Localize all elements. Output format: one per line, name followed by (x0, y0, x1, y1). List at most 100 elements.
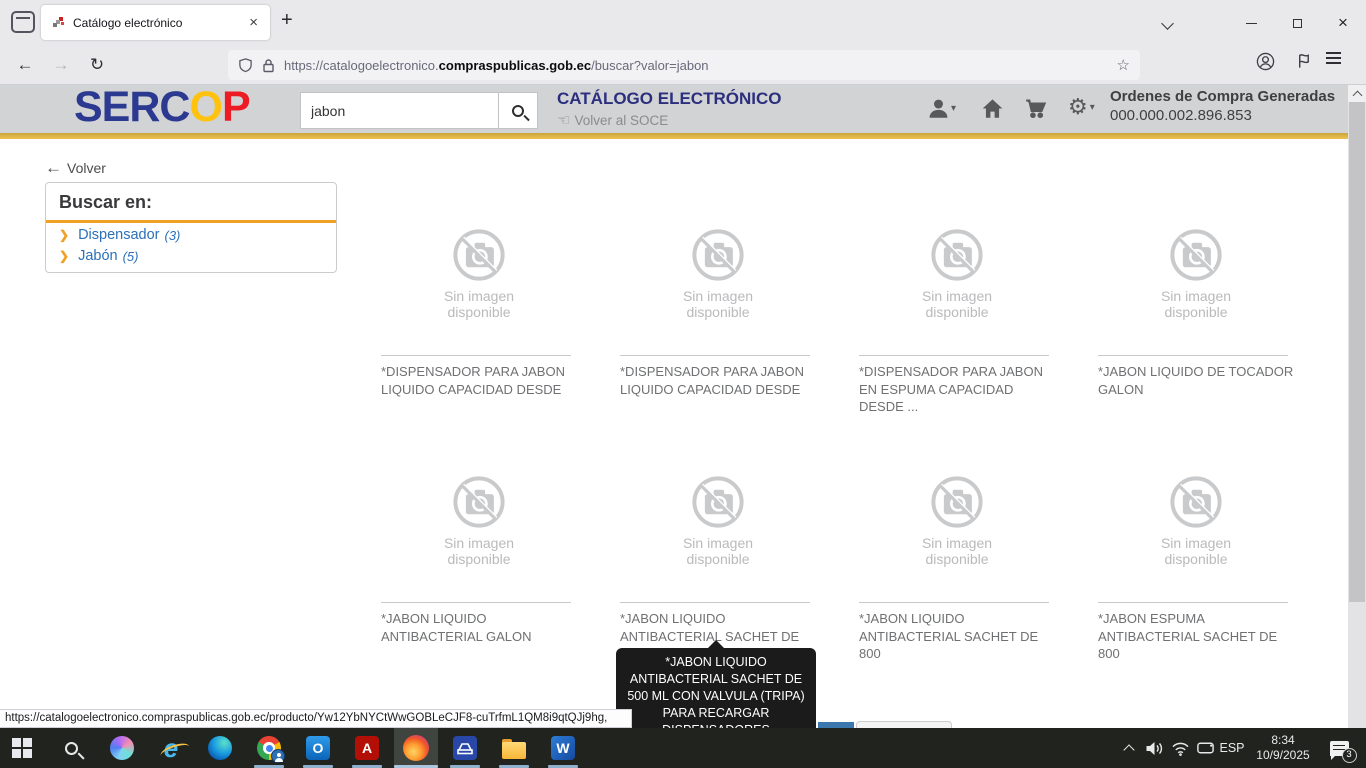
product-card[interactable]: Sin imagen disponible *JABON LIQUIDO DE … (1098, 222, 1294, 441)
file-explorer-icon (502, 742, 526, 759)
taskbar-acrobat-button[interactable]: A (345, 728, 389, 768)
taskbar-word-button[interactable]: W (541, 728, 585, 768)
main-content: ←Volver Buscar en: ❯ Dispensador (3) ❯ J… (0, 139, 1348, 728)
bookmark-star-icon[interactable]: ☆ (1117, 56, 1130, 74)
site-header: SERCOP CATÁLOGO ELECTRÓNICO ☜Volver al S… (0, 85, 1366, 133)
back-to-soce-link[interactable]: ☜Volver al SOCE (557, 111, 668, 129)
copilot-icon (110, 736, 134, 760)
product-title[interactable]: *DISPENSADOR PARA JABON LIQUIDO CAPACIDA… (381, 363, 577, 398)
firefox-view-icon[interactable] (11, 11, 35, 33)
product-card[interactable]: Sin imagen disponible *DISPENSADOR PARA … (620, 222, 816, 441)
scroll-up-button[interactable] (1348, 85, 1366, 102)
edge-icon (208, 736, 232, 760)
product-title[interactable]: *JABON LIQUIDO ANTIBACTERIAL SACHET DE 8… (859, 610, 1055, 663)
browser-tab[interactable]: Catálogo electrónico × (41, 5, 270, 40)
start-button[interactable] (0, 728, 44, 768)
link-status-bar: https://catalogoelectronico.compraspubli… (0, 709, 632, 728)
scrollbar-thumb[interactable] (1349, 102, 1365, 602)
back-link[interactable]: ←Volver (45, 158, 106, 178)
user-menu-button[interactable]: ▾ (928, 98, 956, 119)
notification-badge: 3 (1342, 748, 1357, 763)
card-divider (859, 602, 1049, 603)
cart-button[interactable] (1025, 98, 1047, 119)
settings-menu-button[interactable]: ⚙ ▾ (1068, 94, 1095, 120)
shield-icon[interactable] (238, 57, 253, 73)
product-title[interactable]: *DISPENSADOR PARA JABON LIQUIDO CAPACIDA… (620, 363, 816, 398)
tab-favicon-icon (51, 16, 65, 30)
minimize-button[interactable] (1236, 14, 1266, 32)
taskbar-internet-explorer-button[interactable]: e (149, 728, 193, 768)
card-divider (381, 355, 571, 356)
product-title[interactable]: *JABON LIQUIDO ANTIBACTERIAL GALON (381, 610, 577, 645)
filter-item-jabon[interactable]: ❯ Jabón (5) (46, 244, 336, 265)
clock-time: 8:34 (1248, 733, 1318, 748)
notification-center-button[interactable]: 3 (1322, 728, 1356, 768)
back-arrow-icon: ← (45, 158, 62, 177)
product-title[interactable]: *JABON LIQUIDO DE TOCADOR GALON (1098, 363, 1294, 398)
card-divider (1098, 602, 1288, 603)
reload-button[interactable]: ↻ (84, 52, 110, 78)
lock-icon[interactable] (262, 58, 275, 73)
menu-hamburger-icon[interactable] (1326, 52, 1352, 78)
product-card[interactable]: Sin imagen disponible *JABON LIQUIDO ANT… (859, 469, 1055, 688)
product-card[interactable]: Sin imagen disponible *JABON ESPUMA ANTI… (1098, 469, 1294, 688)
chrome-icon (257, 736, 281, 760)
url-text: https://catalogoelectronico.compraspubli… (284, 58, 1117, 73)
product-title[interactable]: *DISPENSADOR PARA JABON EN ESPUMA CAPACI… (859, 363, 1055, 416)
screen: Catálogo electrónico × + × ← → ↻ https:/… (0, 0, 1366, 768)
taskbar-edge-button[interactable] (198, 728, 242, 768)
notification-icon: 3 (1330, 741, 1349, 756)
acrobat-icon: A (355, 736, 379, 760)
product-card[interactable]: Sin imagen disponible *DISPENSADOR PARA … (381, 222, 577, 441)
taskbar-scanner-app-button[interactable] (443, 728, 487, 768)
chevron-right-icon: ❯ (59, 228, 69, 242)
new-tab-button[interactable]: + (281, 9, 293, 32)
taskbar-outlook-button[interactable]: O (296, 728, 340, 768)
filter-item-dispensador[interactable]: ❯ Dispensador (3) (46, 223, 336, 244)
taskbar-search-button[interactable] (49, 728, 93, 768)
home-button[interactable] (982, 98, 1003, 119)
no-image-icon (451, 227, 507, 283)
filter-panel-title: Buscar en: (46, 183, 336, 220)
extension-flag-icon[interactable] (1290, 52, 1316, 78)
card-divider (620, 602, 810, 603)
no-image-icon (690, 474, 746, 530)
search-icon (512, 105, 524, 117)
wifi-icon[interactable] (1167, 728, 1193, 768)
close-button[interactable]: × (1328, 14, 1358, 32)
product-title[interactable]: *JABON ESPUMA ANTIBACTERIAL SACHET DE 80… (1098, 610, 1294, 663)
tab-list-chevron-icon[interactable] (1152, 14, 1182, 32)
product-grid: Sin imagen disponible *DISPENSADOR PARA … (381, 222, 1294, 688)
no-image-icon (929, 474, 985, 530)
url-bar[interactable]: https://catalogoelectronico.compraspubli… (228, 50, 1140, 80)
sercop-logo[interactable]: SERCOP (74, 83, 250, 132)
search-input[interactable] (300, 92, 499, 129)
taskbar-chrome-button[interactable] (247, 728, 291, 768)
no-image-icon (451, 474, 507, 530)
taskbar-file-explorer-button[interactable] (492, 728, 536, 768)
tray-expand-chevron-icon[interactable] (1116, 728, 1142, 768)
language-indicator[interactable]: ESP (1216, 728, 1248, 768)
clock[interactable]: 8:3410/9/2025 (1248, 728, 1318, 768)
taskbar-firefox-button-active[interactable] (394, 728, 438, 768)
tab-close-icon[interactable]: × (247, 14, 260, 31)
product-card[interactable]: Sin imagen disponible *DISPENSADOR PARA … (859, 222, 1055, 441)
filter-panel: Buscar en: ❯ Dispensador (3) ❯ Jabón (5) (45, 182, 337, 273)
volume-icon[interactable] (1141, 728, 1167, 768)
clock-date: 10/9/2025 (1248, 748, 1318, 763)
restore-button[interactable] (1282, 14, 1312, 32)
page-scrollbar[interactable] (1348, 85, 1366, 728)
search-button[interactable] (499, 92, 538, 129)
no-image-icon (1168, 474, 1224, 530)
display-connect-icon[interactable] (1192, 728, 1218, 768)
page-title: CATÁLOGO ELECTRÓNICO (557, 89, 781, 109)
orders-counter: Ordenes de Compra Generadas 000.000.002.… (1110, 88, 1335, 124)
no-image-text: Sin imagen (381, 288, 577, 304)
taskbar-copilot-button[interactable] (100, 728, 144, 768)
forward-button[interactable]: → (48, 52, 74, 78)
back-button[interactable]: ← (12, 52, 38, 78)
account-icon[interactable] (1252, 52, 1278, 78)
product-card[interactable]: Sin imagen disponible *JABON LIQUIDO ANT… (381, 469, 577, 688)
partial-pill-widget (856, 721, 952, 728)
orders-value: 000.000.002.896.853 (1110, 107, 1335, 124)
